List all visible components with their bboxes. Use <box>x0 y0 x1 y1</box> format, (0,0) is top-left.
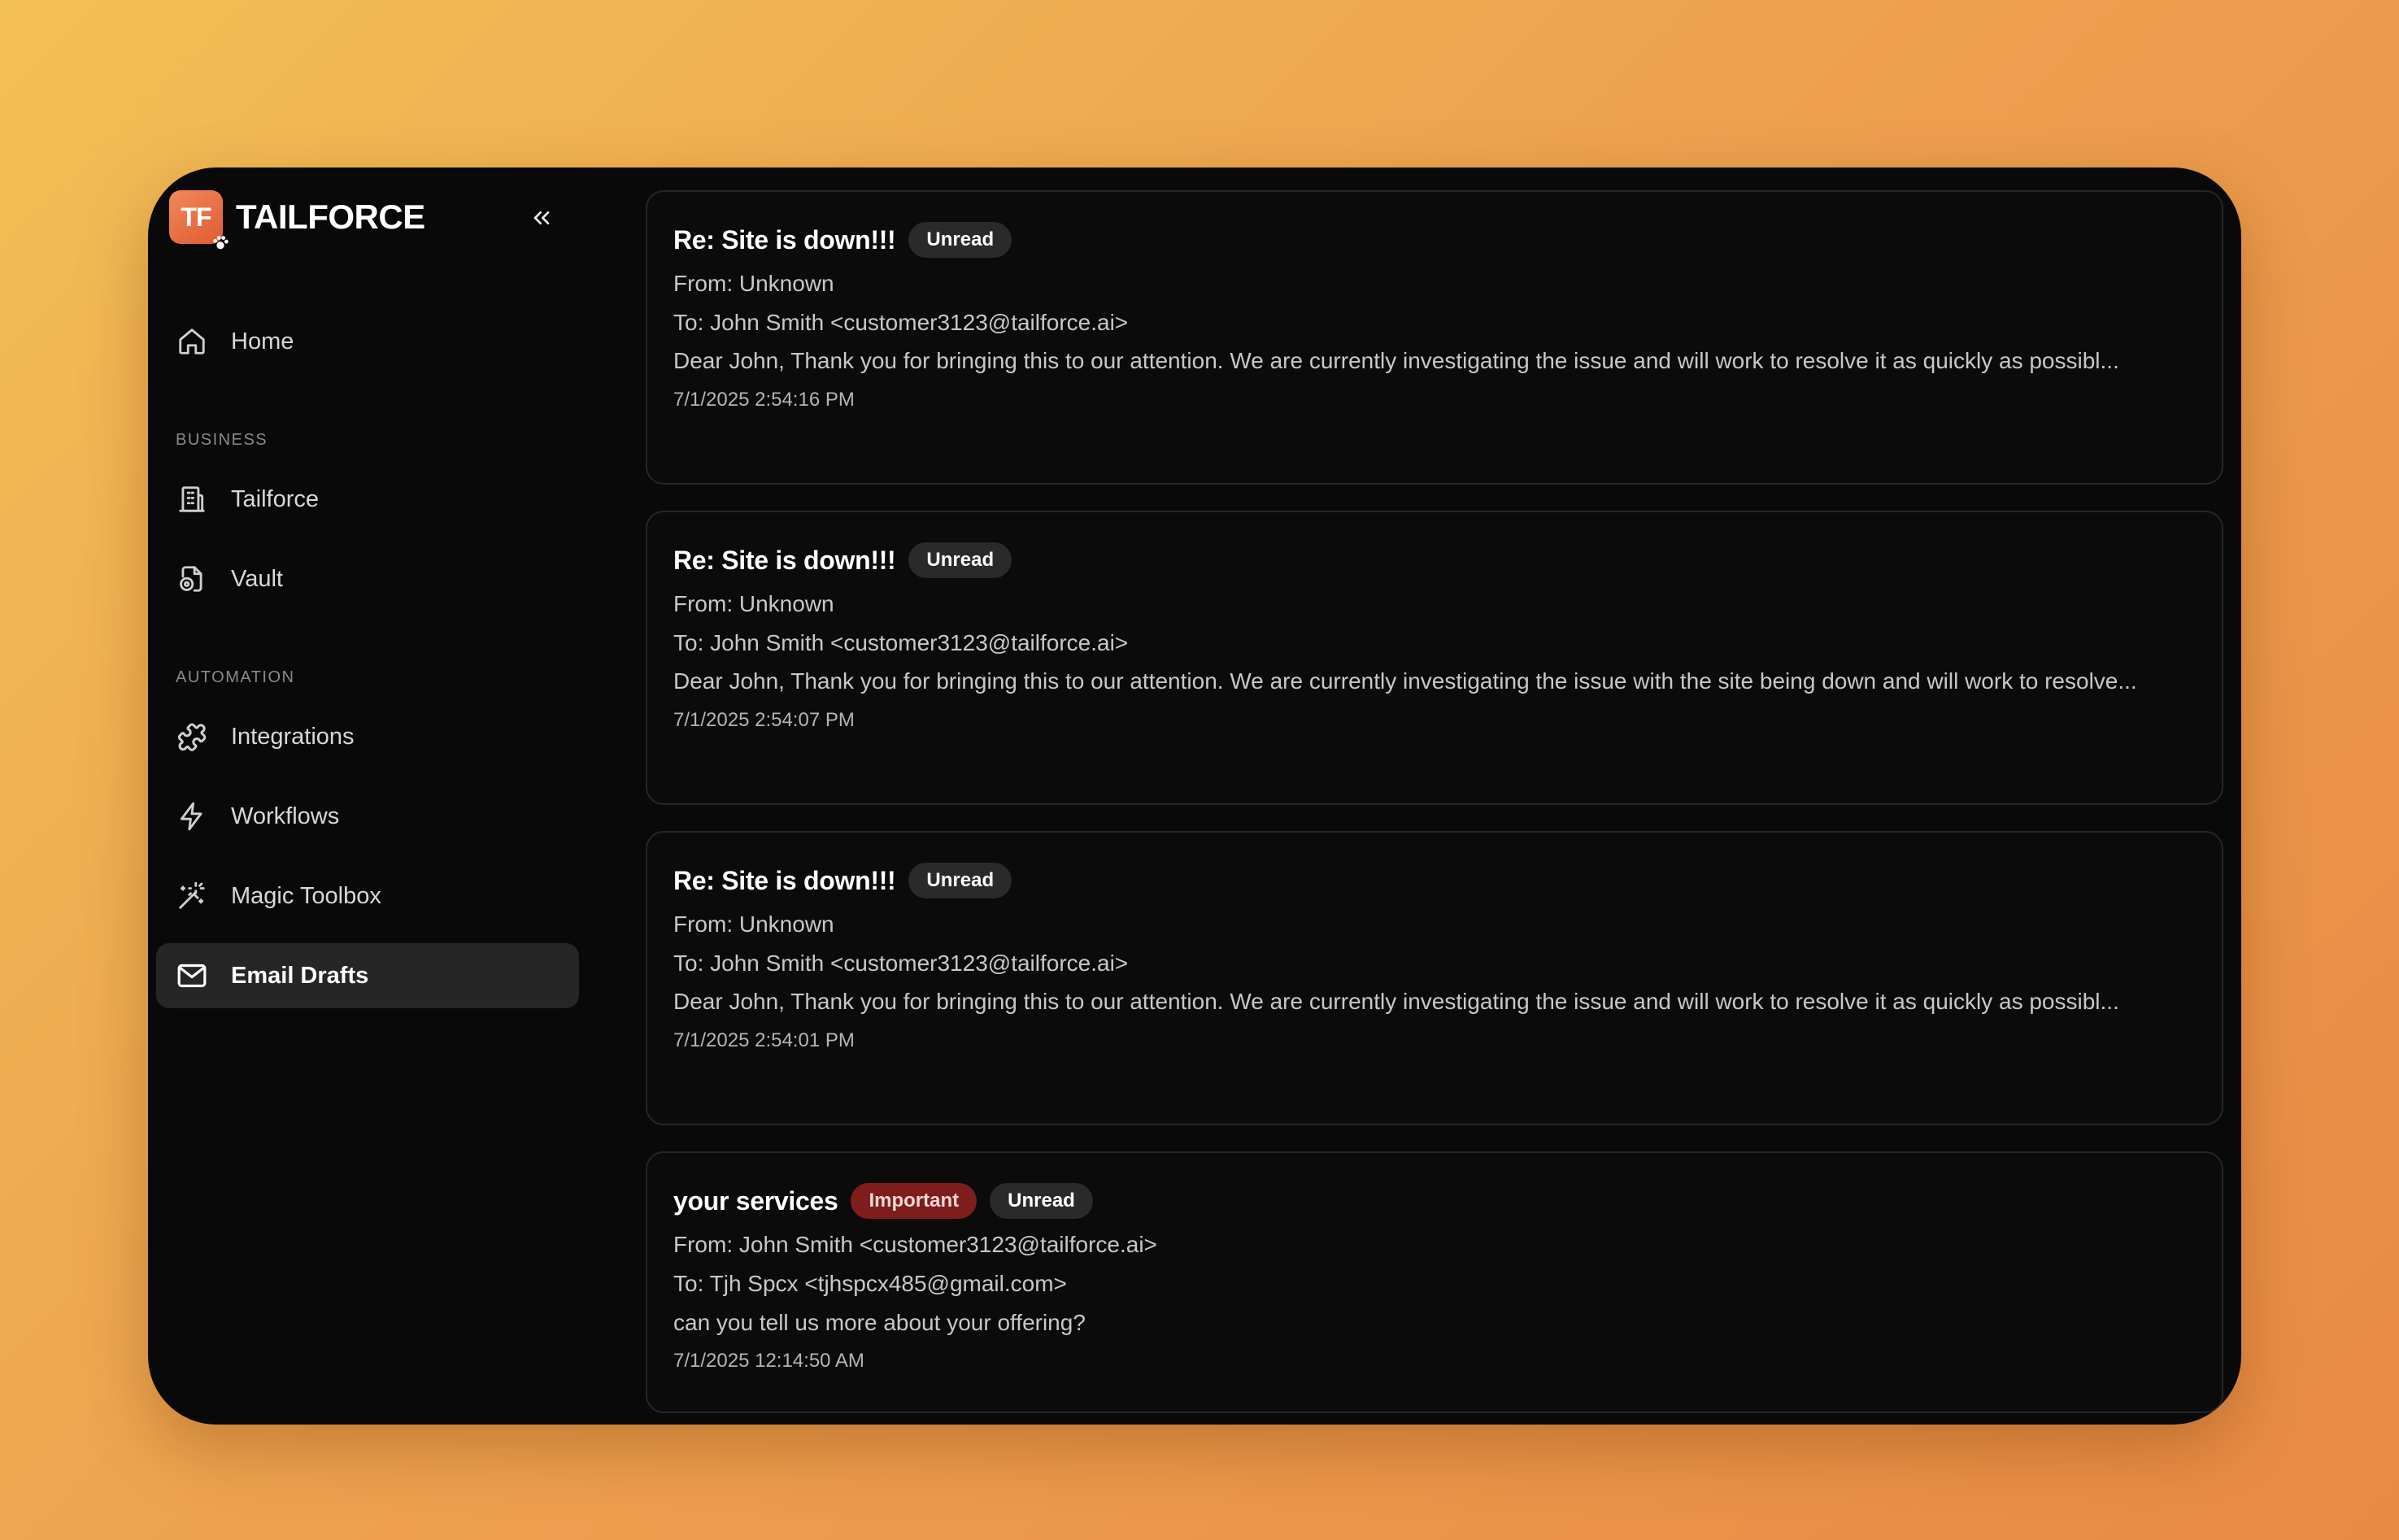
chevrons-left-icon <box>533 211 550 224</box>
sidebar-item-label: Magic Toolbox <box>231 882 381 909</box>
email-to: To: John Smith <customer3123@tailforce.a… <box>673 310 1129 335</box>
sidebar-item-integrations[interactable]: Integrations <box>156 704 579 769</box>
email-card-header: Re: Site is down!!! Unread <box>673 862 2196 899</box>
email-from: From: Unknown <box>673 911 834 937</box>
logo: TF <box>169 190 229 250</box>
magic-wand-icon <box>174 878 210 914</box>
email-preview: Dear John, Thank you for bringing this t… <box>673 348 2119 373</box>
sidebar-item-email-drafts[interactable]: Email Drafts <box>156 943 579 1008</box>
email-to: To: John Smith <customer3123@tailforce.a… <box>673 951 1129 976</box>
sidebar-item-vault[interactable]: Vault <box>156 546 579 611</box>
email-to: To: John Smith <customer3123@tailforce.a… <box>673 630 1129 655</box>
file-vault-icon <box>174 561 210 597</box>
email-subject: Re: Site is down!!! <box>673 865 896 895</box>
email-card[interactable]: Re: Site is down!!! Unread From: Unknown… <box>646 190 2223 485</box>
email-preview: Dear John, Thank you for bringing this t… <box>673 989 2119 1014</box>
email-card[interactable]: Re: Site is down!!! Unread From: Unknown… <box>646 511 2223 805</box>
brand[interactable]: TF TAILFORCE <box>169 190 425 250</box>
email-preview: can you tell us more about your offering… <box>673 1310 1086 1335</box>
email-card-header: Re: Site is down!!! Unread <box>673 221 2196 259</box>
email-card-header: Re: Site is down!!! Unread <box>673 542 2196 579</box>
important-badge: Important <box>851 1183 977 1219</box>
email-subject: your services <box>673 1185 838 1216</box>
building-icon <box>174 481 210 517</box>
logo-text: TF <box>181 202 211 232</box>
email-to: To: Tjh Spcx <tjhspcx485@gmail.com> <box>673 1271 1067 1296</box>
unread-badge: Unread <box>908 222 1012 258</box>
sidebar-item-label: Integrations <box>231 723 355 750</box>
email-from: From: Unknown <box>673 271 834 296</box>
app-window: TF TAILFORCE Home BUSINESS Tailforce Vau… <box>148 167 2241 1425</box>
brand-name: TAILFORCE <box>236 198 425 236</box>
email-card[interactable]: your services Important Unread From: Joh… <box>646 1151 2223 1413</box>
lightning-icon <box>174 798 210 834</box>
email-timestamp: 7/1/2025 2:54:07 PM <box>673 709 855 731</box>
sidebar-item-label: Tailforce <box>231 485 319 512</box>
unread-badge: Unread <box>908 863 1012 898</box>
unread-badge: Unread <box>908 542 1012 578</box>
unread-badge: Unread <box>990 1183 1093 1219</box>
email-subject: Re: Site is down!!! <box>673 224 896 254</box>
sidebar-item-magic-toolbox[interactable]: Magic Toolbox <box>156 864 579 929</box>
section-label-automation: AUTOMATION <box>176 668 295 686</box>
mail-icon <box>174 958 210 994</box>
sidebar-item-workflows[interactable]: Workflows <box>156 784 579 849</box>
sidebar-item-tailforce[interactable]: Tailforce <box>156 467 579 532</box>
sidebar-item-home[interactable]: Home <box>156 309 579 374</box>
email-preview: Dear John, Thank you for bringing this t… <box>673 668 2137 694</box>
sidebar-item-label: Vault <box>231 565 283 592</box>
home-icon <box>174 324 210 359</box>
paw-icon <box>213 236 229 250</box>
sidebar-item-label: Home <box>231 328 294 355</box>
sidebar: TF TAILFORCE Home BUSINESS Tailforce Vau… <box>148 167 620 1425</box>
email-timestamp: 7/1/2025 2:54:01 PM <box>673 1029 855 1051</box>
email-from: From: John Smith <customer3123@tailforce… <box>673 1232 1157 1257</box>
email-drafts-list: Re: Site is down!!! Unread From: Unknown… <box>646 190 2227 1425</box>
email-from: From: Unknown <box>673 591 834 616</box>
email-timestamp: 7/1/2025 12:14:50 AM <box>673 1350 864 1372</box>
email-subject: Re: Site is down!!! <box>673 545 896 575</box>
email-card-header: your services Important Unread <box>673 1182 2196 1220</box>
section-label-business: BUSINESS <box>176 431 268 449</box>
sidebar-item-label: Workflows <box>231 803 340 829</box>
email-timestamp: 7/1/2025 2:54:16 PM <box>673 389 855 411</box>
sidebar-item-label: Email Drafts <box>231 962 369 989</box>
email-card[interactable]: Re: Site is down!!! Unread From: Unknown… <box>646 831 2223 1125</box>
puzzle-icon <box>174 719 210 755</box>
collapse-sidebar-button[interactable] <box>524 200 559 236</box>
